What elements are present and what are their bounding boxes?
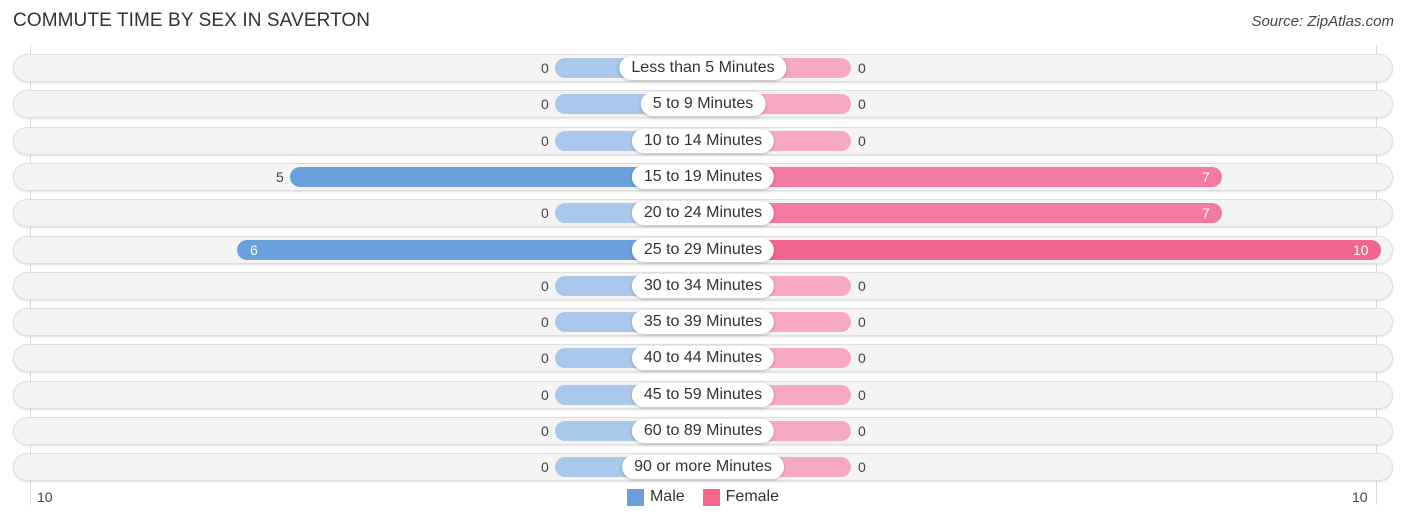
bar-female — [703, 203, 1222, 223]
value-label-male: 0 — [541, 133, 549, 149]
legend-label-male: Male — [649, 488, 685, 505]
value-label-male: 6 — [250, 242, 258, 258]
category-label: 25 to 29 Minutes — [631, 238, 775, 262]
value-label-female: 0 — [858, 96, 866, 112]
category-label: 10 to 14 Minutes — [631, 129, 775, 153]
legend-swatch-male — [626, 488, 644, 506]
bar-female — [703, 240, 1381, 260]
category-label: 35 to 39 Minutes — [631, 310, 775, 334]
category-label: Less than 5 Minutes — [619, 56, 787, 80]
value-label-female: 0 — [858, 133, 866, 149]
value-label-male: 0 — [541, 314, 549, 330]
value-label-female: 0 — [858, 387, 866, 403]
category-label: 60 to 89 Minutes — [631, 419, 775, 443]
value-label-male: 0 — [541, 423, 549, 439]
value-label-female: 7 — [1202, 205, 1210, 221]
legend-swatch-female — [702, 488, 720, 506]
value-label-male: 0 — [541, 96, 549, 112]
value-label-male: 0 — [541, 350, 549, 366]
bar-female — [703, 167, 1222, 187]
value-label-female: 0 — [858, 350, 866, 366]
legend-item-female: Female — [702, 488, 780, 506]
category-label: 15 to 19 Minutes — [631, 165, 775, 189]
legend: Male Female — [0, 488, 1406, 506]
category-label: 30 to 34 Minutes — [631, 274, 775, 298]
value-label-male: 0 — [541, 278, 549, 294]
legend-label-female: Female — [725, 488, 780, 505]
category-label: 40 to 44 Minutes — [631, 346, 775, 370]
chart-title: COMMUTE TIME BY SEX IN SAVERTON — [13, 10, 371, 31]
value-label-male: 0 — [541, 387, 549, 403]
value-label-female: 10 — [1353, 242, 1369, 258]
value-label-male: 0 — [541, 60, 549, 76]
value-label-female: 0 — [858, 459, 866, 475]
category-label: 45 to 59 Minutes — [631, 383, 775, 407]
category-label: 90 or more Minutes — [622, 455, 784, 479]
legend-item-male: Male — [626, 488, 685, 506]
value-label-female: 0 — [858, 278, 866, 294]
value-label-male: 0 — [541, 459, 549, 475]
value-label-male: 0 — [541, 205, 549, 221]
category-label: 5 to 9 Minutes — [640, 92, 766, 116]
value-label-female: 0 — [858, 314, 866, 330]
value-label-female: 0 — [858, 60, 866, 76]
value-label-female: 0 — [858, 423, 866, 439]
value-label-female: 7 — [1202, 169, 1210, 185]
value-label-male: 5 — [276, 169, 284, 185]
category-label: 20 to 24 Minutes — [631, 201, 775, 225]
source-label: Source: ZipAtlas.com — [1251, 13, 1394, 30]
